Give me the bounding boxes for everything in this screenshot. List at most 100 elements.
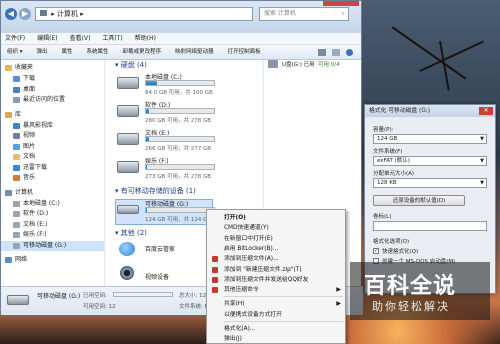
section-hard-disks[interactable]: ▾ 硬盘 (4): [115, 60, 147, 70]
context-menu-item[interactable]: 弹出(J): [207, 334, 347, 344]
sidebar-group[interactable]: 计算机: [1, 187, 104, 199]
forward-icon[interactable]: ▶: [19, 8, 31, 20]
close-window-button[interactable]: [323, 1, 359, 6]
context-menu-item[interactable]: 在新窗口中打开(E): [207, 234, 347, 244]
sidebar-item[interactable]: 最近访问的位置: [1, 95, 104, 106]
sidebar-item[interactable]: 暴风影视库: [1, 121, 104, 132]
section-removable[interactable]: ▾ 有可移动存储的设备 (1): [115, 186, 196, 196]
uninstall-button[interactable]: 卸载或更改程序: [123, 45, 162, 59]
context-menu-item[interactable]: 添加到 "新建压缩文件.zip"(T): [207, 265, 347, 275]
sidebar-item[interactable]: 可移动磁盘 (G:): [1, 240, 104, 251]
sidebar-item-icon: [13, 232, 20, 239]
sidebar-item[interactable]: 视频: [1, 131, 104, 142]
status-used-label: 已用空间:: [83, 293, 107, 299]
system-properties-button[interactable]: 系统属性: [87, 45, 109, 59]
sidebar-item[interactable]: 桌面: [1, 85, 104, 96]
section-other[interactable]: ▾ 其他 (2): [115, 228, 147, 238]
back-icon[interactable]: ◀: [5, 8, 17, 20]
properties-button[interactable]: 属性: [62, 45, 73, 59]
drive-item[interactable]: 软件 (D:) 280 GB 可用，共 278 GB: [117, 100, 257, 126]
dialog-close-button[interactable]: ✕: [479, 107, 493, 115]
sidebar-item-label: 计算机: [15, 188, 34, 196]
context-menu-label: 以便携式设备方式打开: [224, 311, 282, 318]
context-menu-item[interactable]: 打开(O): [207, 213, 347, 223]
allocation-select[interactable]: 128 KB ▼: [373, 178, 487, 188]
menu-edit[interactable]: 编辑(E): [37, 33, 57, 44]
sidebar-item-icon: [13, 200, 20, 207]
menu-tools[interactable]: 工具(T): [102, 33, 122, 44]
address-bar[interactable]: ▸ 计算机 ▸: [35, 7, 253, 21]
menu-help[interactable]: 帮助(H): [135, 33, 156, 44]
context-menu-item[interactable]: 其他压缩命令 ▶: [207, 285, 347, 295]
drive-item[interactable]: 本地磁盘 (C:) 84.0 GB 可用，共 100 GB: [117, 72, 257, 98]
volume-label-input[interactable]: [373, 221, 487, 231]
sidebar-item-label: 娱乐 (F:): [23, 231, 47, 238]
sidebar-item[interactable]: 文档 (E:): [1, 220, 104, 231]
menu-separator: [223, 296, 343, 298]
sidebar-item[interactable]: 音乐: [1, 173, 104, 184]
usb-drive-icon: [268, 60, 278, 68]
help-icon[interactable]: [346, 49, 353, 56]
menu-file[interactable]: 文件(F): [5, 33, 25, 44]
restore-defaults-button[interactable]: 还原设备的默认值(D): [373, 195, 465, 206]
quick-format-checkbox[interactable]: ✓ 快速格式化(Q): [373, 247, 418, 255]
context-menu-item[interactable]: 添加到压缩文件(A)...: [207, 254, 347, 264]
sidebar-group[interactable]: 收藏夹: [1, 62, 104, 74]
filesystem-select[interactable]: exFAT (默认) ▼: [373, 156, 487, 166]
menu-separator: [223, 321, 343, 322]
usb-drive-icon: [7, 295, 29, 305]
sidebar-item[interactable]: 娱乐 (F:): [1, 230, 104, 241]
context-menu-item[interactable]: 共享(H) ▶: [207, 299, 347, 309]
sidebar-item-label: 图片: [23, 142, 36, 150]
map-drive-button[interactable]: 映射网络驱动器: [175, 45, 214, 59]
context-menu-label: 添加到压缩文件并发送给QQ好友: [224, 276, 309, 283]
sidebar-item-label: 本地磁盘 (C:): [23, 199, 60, 207]
archive-icon: [212, 276, 218, 283]
context-menu-item[interactable]: CMD快速通道(Y): [207, 223, 347, 233]
sidebar-group[interactable]: 库: [1, 109, 104, 121]
drive-usage-fill: [146, 208, 147, 212]
control-panel-button[interactable]: 打开控制面板: [228, 45, 261, 59]
chevron-down-icon: ▼: [480, 158, 484, 164]
quick-format-label: 快速格式化(Q): [382, 249, 419, 255]
filesystem-label: 文件系统(F): [373, 149, 403, 155]
format-options-label: 格式化选项(O): [373, 239, 410, 245]
drive-free-text: 266 GB 可用，共 277 GB: [145, 146, 212, 152]
allocation-value: 128 KB: [377, 180, 397, 186]
sidebar-item[interactable]: 文档: [1, 152, 104, 163]
drive-item[interactable]: 文档 (E:) 266 GB 可用，共 277 GB: [117, 128, 257, 154]
menu-view[interactable]: 查看(V): [70, 33, 91, 44]
view-options-icon[interactable]: [318, 49, 326, 56]
sidebar-item-label: 文档: [23, 153, 36, 160]
watermark-title: 百科全说: [364, 274, 457, 299]
command-bar: 组织 ▾ 弹出 属性 系统属性 卸载或更改程序 映射网络驱动器 打开控制面板: [1, 45, 361, 60]
watermark: 百科全说 助你轻松解决: [350, 262, 490, 320]
preview-pane-icon[interactable]: [332, 49, 340, 56]
submenu-arrow-icon: ▶: [336, 300, 341, 308]
dialog-title: 格式化 可移动磁盘 (G:): [365, 105, 495, 117]
context-menu-item[interactable]: 格式化(A)...: [207, 324, 347, 334]
sidebar-item[interactable]: 迅雷下载: [1, 163, 104, 174]
context-menu-item[interactable]: 添加到压缩文件并发送给QQ好友: [207, 275, 347, 285]
webcam-icon: [120, 266, 134, 280]
eject-button[interactable]: 弹出: [37, 45, 48, 59]
breadcrumb: ▸ 计算机 ▸: [51, 10, 84, 18]
sidebar-group[interactable]: 网络: [1, 254, 104, 266]
sidebar-item[interactable]: 下载: [1, 74, 104, 85]
sidebar-item-icon: [13, 76, 20, 83]
sidebar-item-icon: [13, 86, 20, 93]
chevron-down-icon: ▼: [480, 136, 484, 142]
context-menu-label: 共享(H): [224, 301, 245, 308]
sidebar-item[interactable]: 图片: [1, 142, 104, 153]
sidebar-item-icon: [5, 189, 12, 196]
context-menu-item[interactable]: 以便携式设备方式打开: [207, 310, 347, 320]
context-menu-item[interactable]: 启用 BitLocker(B)...: [207, 244, 347, 254]
allocation-label: 分配单元大小(A): [373, 171, 415, 177]
drive-item[interactable]: 娱乐 (F:) 273 GB 可用，共 278 GB: [117, 156, 257, 182]
sidebar-item[interactable]: 本地磁盘 (C:): [1, 199, 104, 210]
computer-icon: [40, 10, 47, 16]
organize-button[interactable]: 组织 ▾: [7, 45, 23, 59]
sidebar-item[interactable]: 软件 (D:): [1, 209, 104, 220]
search-input[interactable]: 搜索 计算机 ⌕: [259, 7, 349, 21]
capacity-select[interactable]: 124 GB ▼: [373, 134, 487, 144]
